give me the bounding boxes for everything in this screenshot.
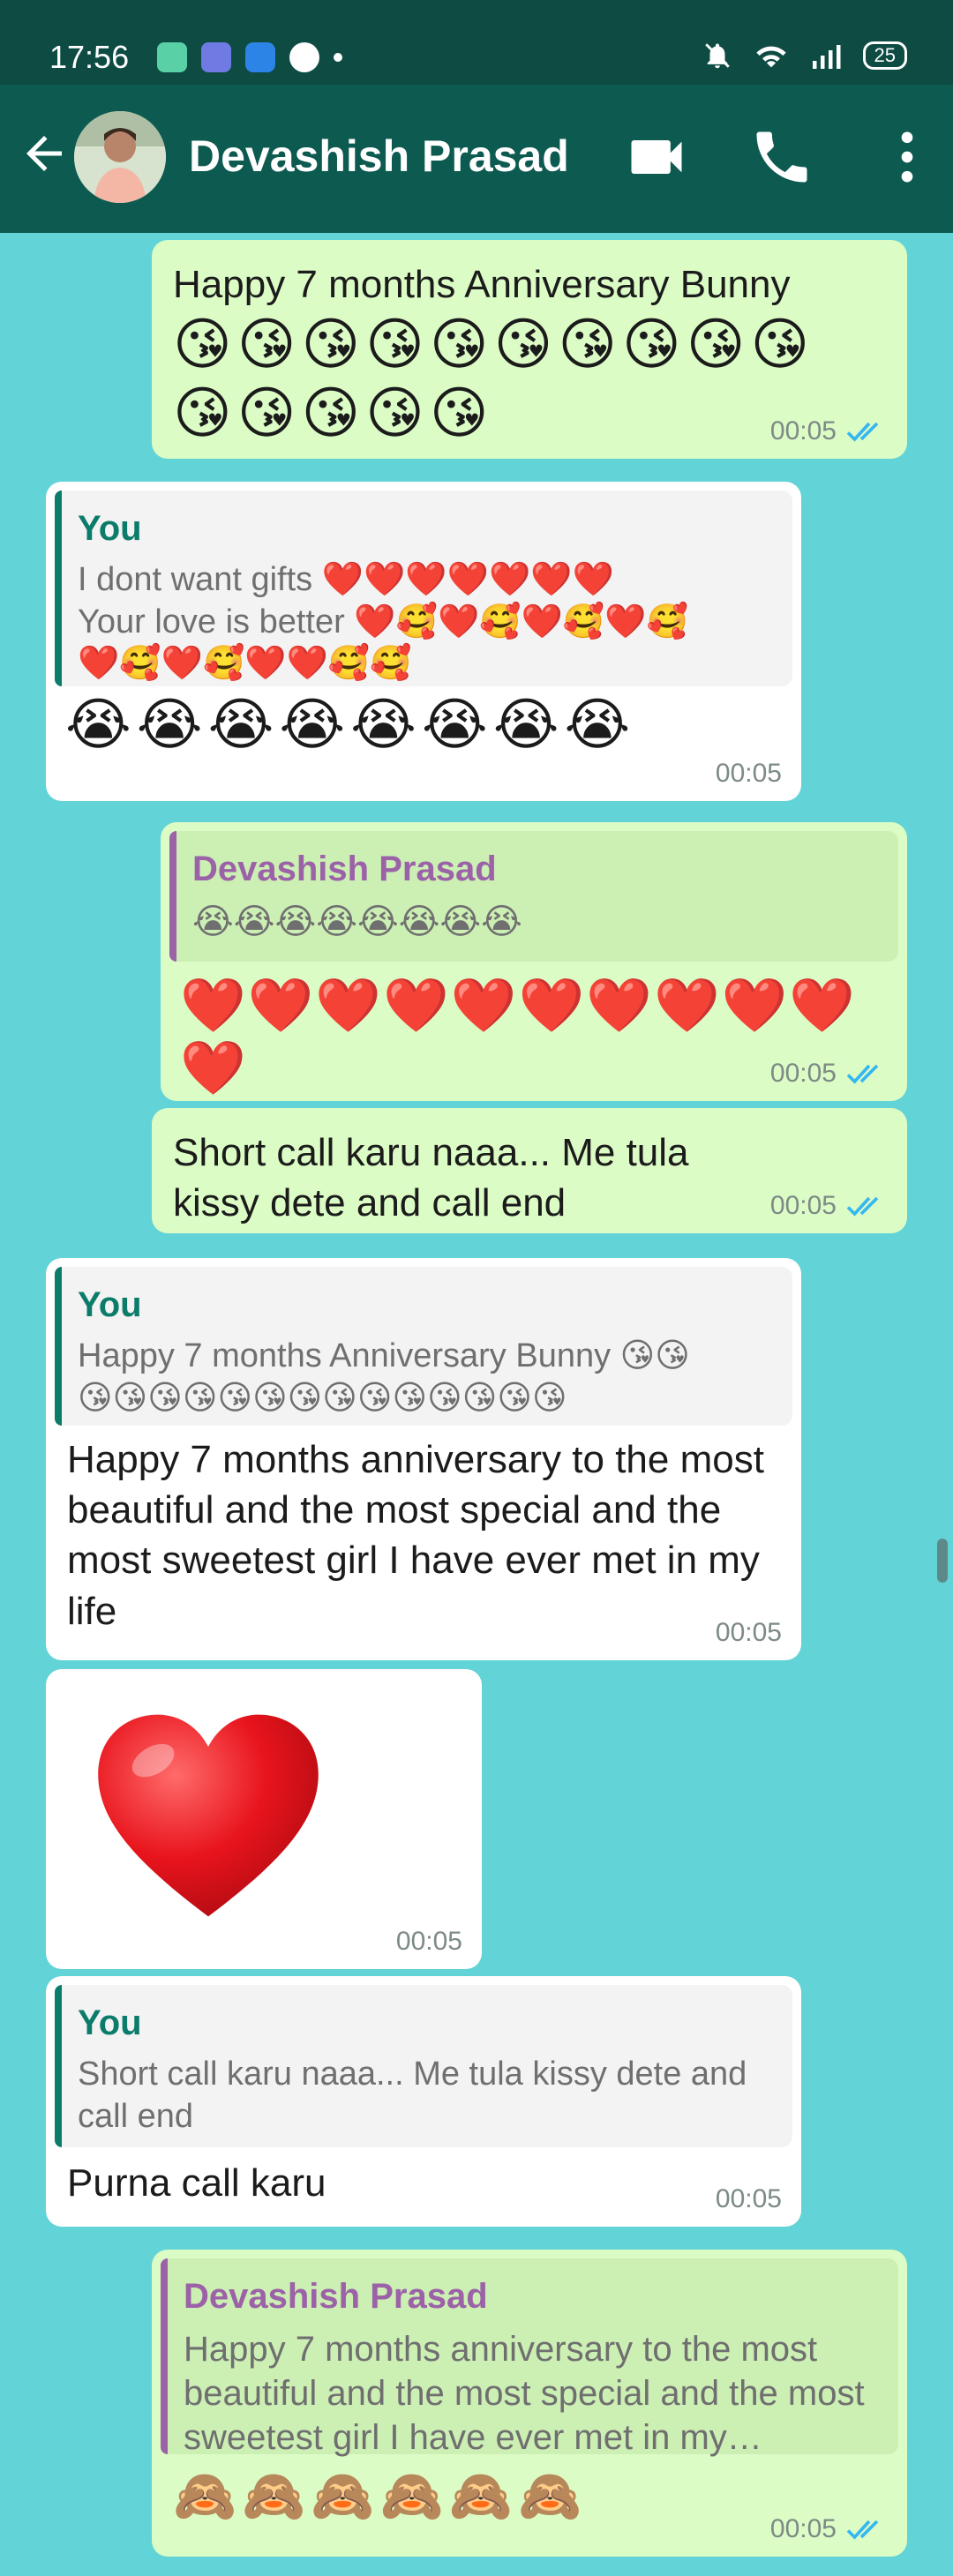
app-notification-icon: [245, 42, 275, 72]
message-bubble-incoming[interactable]: 00:05: [46, 1669, 482, 1969]
quote-text-line: Your love is better ❤️🥰❤️🥰❤️🥰❤️🥰: [78, 603, 688, 640]
quoted-message[interactable]: You Happy 7 months Anniversary Bunny 😘😘 …: [55, 1267, 792, 1426]
wifi-icon: [755, 46, 786, 68]
quote-text-line: I dont want gifts ❤️❤️❤️❤️❤️❤️❤️: [78, 561, 614, 598]
double-check-icon: [846, 2520, 879, 2540]
more-notifications-dot: [334, 53, 342, 62]
quoted-message[interactable]: You Short call karu naaa... Me tula kiss…: [55, 1985, 792, 2147]
message-bubble-outgoing[interactable]: Short call karu naaa... Me tula kissy de…: [152, 1108, 907, 1233]
message-time: 00:05: [715, 759, 782, 788]
message-time: 00:05: [769, 2514, 837, 2543]
message-time: 00:05: [769, 416, 837, 446]
message-bubble-incoming[interactable]: You Happy 7 months Anniversary Bunny 😘😘 …: [46, 1258, 801, 1660]
quote-accent-bar: [169, 831, 176, 962]
chat-area[interactable]: Happy 7 months Anniversary Bunny 😘😘😘😘😘😘😘…: [0, 233, 953, 2576]
message-time: 00:05: [395, 1927, 462, 1956]
scrollbar-thumb[interactable]: [937, 1539, 948, 1583]
message-bubble-incoming[interactable]: You I dont want gifts ❤️❤️❤️❤️❤️❤️❤️ You…: [46, 482, 801, 801]
chat-header: Devashish Prasad: [0, 85, 953, 233]
message-emoji: 😘😘😘😘😘😘😘😘😘😘😘😘😘😘😘: [173, 312, 815, 446]
google-icon: [289, 42, 319, 72]
message-meta: 00:05: [770, 1059, 888, 1089]
message-text: Purna call karu: [67, 2161, 326, 2205]
message-meta: 00:05: [770, 1191, 888, 1221]
message-bubble-outgoing[interactable]: Devashish Prasad 😭😭😭😭😭😭😭😭 ❤️❤️❤️❤️❤️❤️❤️…: [161, 822, 907, 1101]
quote-text-line: Happy 7 months anniversary to the most b…: [184, 2330, 865, 2457]
message-meta: 00:05: [716, 2184, 782, 2214]
quote-text-line: ❤️🥰❤️🥰❤️❤️🥰🥰: [78, 645, 412, 682]
quoted-message[interactable]: Devashish Prasad Happy 7 months annivers…: [161, 2258, 898, 2457]
message-time: 00:05: [715, 2184, 782, 2213]
message-meta: 00:05: [770, 2514, 888, 2544]
avatar-image: [74, 111, 166, 203]
quote-text-line: 😘😘😘😘😘😘😘😘😘😘😘😘😘😘: [78, 1379, 567, 1417]
quote-author: Devashish Prasad: [192, 850, 497, 888]
message-text: Happy 7 months Anniversary Bunny: [173, 263, 791, 306]
message-text: Short call karu naaa... Me tula kissy de…: [173, 1131, 689, 1225]
mute-icon: [704, 43, 730, 69]
message-meta: 00:05: [716, 759, 782, 789]
message-meta: 00:05: [396, 1927, 462, 1957]
signal-icon: [812, 45, 841, 69]
quoted-message[interactable]: You I dont want gifts ❤️❤️❤️❤️❤️❤️❤️ You…: [55, 490, 792, 686]
message-time: 00:05: [769, 1191, 837, 1220]
app-notification-icon: [157, 42, 187, 72]
phone-icon[interactable]: [748, 124, 815, 191]
message-time: 00:05: [715, 1618, 782, 1647]
double-check-icon: [846, 1196, 879, 1217]
message-time: 00:05: [769, 1059, 837, 1088]
message-text: Happy 7 months anniversary to the most b…: [67, 1438, 764, 1633]
message-meta: 00:05: [716, 1618, 782, 1648]
message-meta: 00:05: [770, 416, 888, 446]
message-bubble-outgoing[interactable]: Happy 7 months Anniversary Bunny 😘😘😘😘😘😘😘…: [152, 240, 907, 459]
status-bar: 17:56 25: [0, 0, 953, 85]
quote-author: You: [78, 509, 142, 548]
quote-author: Devashish Prasad: [184, 2277, 488, 2316]
message-bubble-incoming[interactable]: You Short call karu naaa... Me tula kiss…: [46, 1976, 801, 2227]
quote-text-line: Short call karu naaa... Me tula kissy de…: [78, 2056, 747, 2135]
contact-avatar[interactable]: [74, 111, 166, 203]
contact-name[interactable]: Devashish Prasad: [189, 131, 569, 182]
video-call-icon[interactable]: [623, 124, 690, 191]
system-icons: 25: [702, 41, 907, 71]
battery-indicator: 25: [862, 41, 907, 70]
status-time: 17:56: [49, 39, 130, 75]
quote-text-line: Happy 7 months Anniversary Bunny 😘😘: [78, 1337, 690, 1374]
quote-accent-bar: [161, 2258, 168, 2454]
app-notification-icon: [201, 42, 231, 72]
quote-accent-bar: [55, 1267, 62, 1426]
notification-icons: [157, 42, 342, 72]
quote-accent-bar: [55, 1985, 62, 2147]
quote-accent-bar: [55, 490, 62, 686]
double-check-icon: [846, 1064, 879, 1084]
message-emoji: 😭😭😭😭😭😭😭😭: [65, 693, 636, 756]
quote-author: You: [78, 2003, 142, 2042]
quote-text-line: 😭😭😭😭😭😭😭😭: [192, 902, 522, 941]
more-vert-icon[interactable]: [874, 124, 941, 191]
heart-emoji: [98, 1714, 319, 1917]
quoted-message[interactable]: Devashish Prasad 😭😭😭😭😭😭😭😭: [169, 831, 898, 962]
quote-author: You: [78, 1285, 142, 1324]
message-bubble-outgoing[interactable]: Devashish Prasad Happy 7 months annivers…: [152, 2250, 907, 2557]
double-check-icon: [846, 422, 879, 442]
back-arrow-icon[interactable]: [18, 127, 71, 180]
